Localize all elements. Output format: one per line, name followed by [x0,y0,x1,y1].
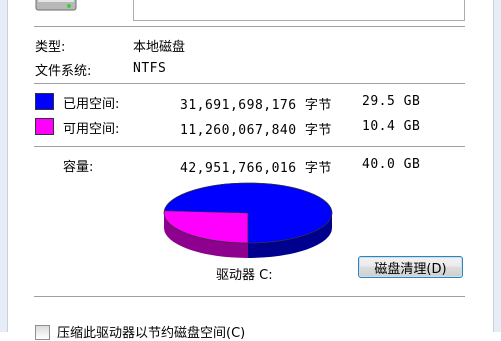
free-space-size: 10.4 GB [362,119,421,134]
filesystem-label: 文件系统: [35,64,92,79]
capacity-size: 40.0 GB [362,157,421,172]
capacity-bytes: 42,951,766,016 字节 [180,161,332,176]
type-label: 类型: [35,40,66,55]
free-space-color-swatch [35,118,54,135]
used-space-label: 已用空间: [63,97,120,112]
disk-usage-pie-chart [163,182,333,258]
capacity-label: 容量: [63,160,94,175]
used-space-color-swatch [35,93,54,110]
used-space-size: 29.5 GB [362,94,421,109]
hard-drive-icon [35,0,77,11]
free-space-bytes: 11,260,067,840 字节 [180,123,332,138]
window-frame-left [0,0,8,332]
separator-middle [34,83,465,85]
compress-drive-checkbox[interactable] [35,325,50,340]
filesystem-value: NTFS [133,61,167,76]
volume-name-input[interactable] [133,0,465,21]
free-space-label: 可用空间: [63,122,120,137]
drive-letter-label: 驱动器 C: [216,268,273,283]
separator-bottom [34,296,465,298]
separator-top [34,26,465,28]
separator-capacity [34,146,465,148]
disk-cleanup-button[interactable]: 磁盘清理(D) [358,256,463,278]
type-value: 本地磁盘 [133,40,186,55]
used-space-bytes: 31,691,698,176 字节 [180,98,332,113]
window-frame-right [493,0,501,332]
